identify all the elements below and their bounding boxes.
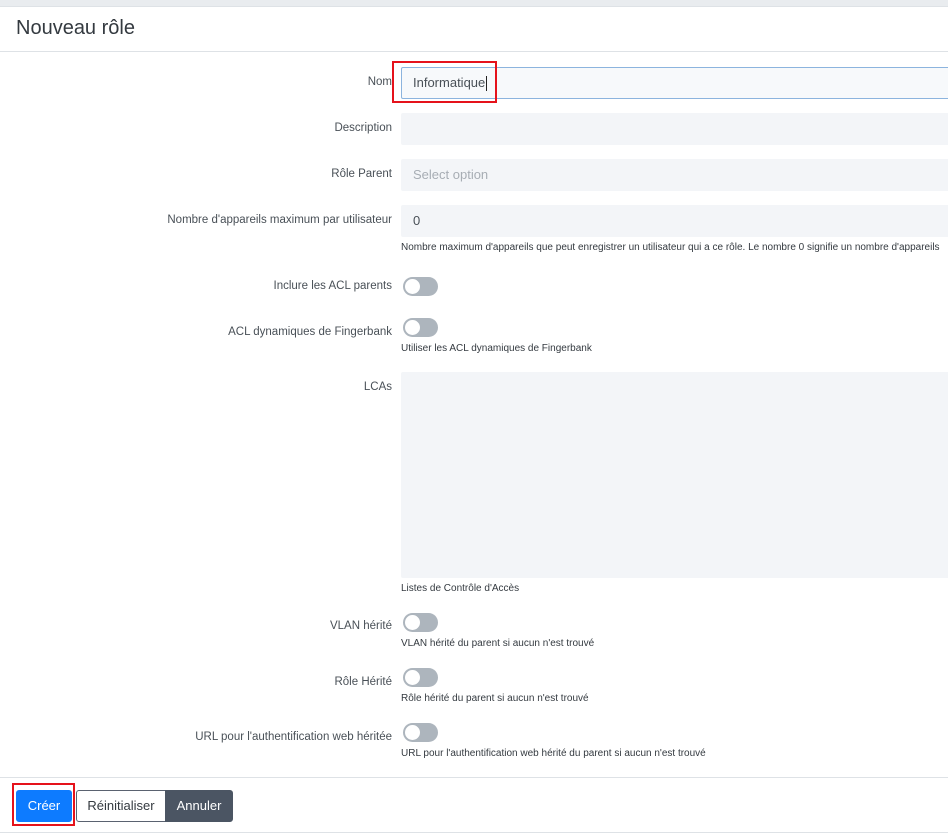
inherit-web-auth-url-help: URL pour l'authentification web hérité d…: [401, 748, 706, 759]
top-strip: [0, 0, 948, 7]
include-parent-acls-label: Inclure les ACL parents: [273, 280, 392, 292]
max-devices-input[interactable]: 0: [401, 205, 948, 237]
name-input[interactable]: Informatique: [401, 67, 948, 99]
toggle-knob: [405, 670, 420, 685]
parent-role-select[interactable]: Select option: [401, 159, 948, 191]
name-label: Nom: [367, 76, 392, 88]
modal-header: Nouveau rôle: [0, 7, 948, 52]
toggle-knob: [405, 320, 420, 335]
description-input[interactable]: [401, 113, 948, 145]
acls-textarea[interactable]: [401, 372, 948, 578]
fingerbank-acls-label: ACL dynamiques de Fingerbank: [228, 326, 392, 338]
toggle-knob: [405, 279, 420, 294]
text-caret: [486, 76, 488, 92]
cancel-button[interactable]: Annuler: [165, 790, 233, 822]
acls-label: LCAs: [363, 381, 392, 393]
description-label: Description: [334, 122, 392, 134]
fingerbank-acls-toggle[interactable]: [403, 318, 438, 337]
max-devices-label: Nombre d'appareils maximum par utilisate…: [167, 214, 392, 226]
include-parent-acls-toggle[interactable]: [403, 277, 438, 296]
max-devices-value: 0: [413, 213, 421, 228]
fingerbank-acls-help: Utiliser les ACL dynamiques de Fingerban…: [401, 343, 592, 354]
inherit-role-toggle[interactable]: [403, 668, 438, 687]
modal-title: Nouveau rôle: [16, 17, 135, 39]
toggle-knob: [405, 725, 420, 740]
inherit-vlan-help: VLAN hérité du parent si aucun n'est tro…: [401, 638, 595, 649]
toggle-knob: [405, 615, 420, 630]
inherit-role-label: Rôle Hérité: [334, 676, 392, 688]
inherit-vlan-toggle[interactable]: [403, 613, 438, 632]
parent-role-placeholder: Select option: [413, 167, 489, 182]
inherit-role-help: Rôle hérité du parent si aucun n'est tro…: [401, 693, 589, 704]
reset-button[interactable]: Réinitialiser: [76, 790, 166, 822]
inherit-web-auth-url-label: URL pour l'authentification web héritée: [195, 731, 392, 743]
create-button[interactable]: Créer: [16, 790, 72, 822]
max-devices-help: Nombre maximum d'appareils que peut enre…: [401, 242, 940, 253]
modal-footer: Créer Réinitialiser Annuler: [0, 777, 948, 833]
parent-role-label: Rôle Parent: [331, 168, 392, 180]
inherit-web-auth-url-toggle[interactable]: [403, 723, 438, 742]
inherit-vlan-label: VLAN hérité: [329, 620, 392, 632]
acls-help: Listes de Contrôle d'Accès: [401, 583, 520, 594]
name-value: Informatique: [413, 75, 486, 90]
modal-body: Nom Informatique Description Rôle Parent…: [0, 52, 948, 777]
